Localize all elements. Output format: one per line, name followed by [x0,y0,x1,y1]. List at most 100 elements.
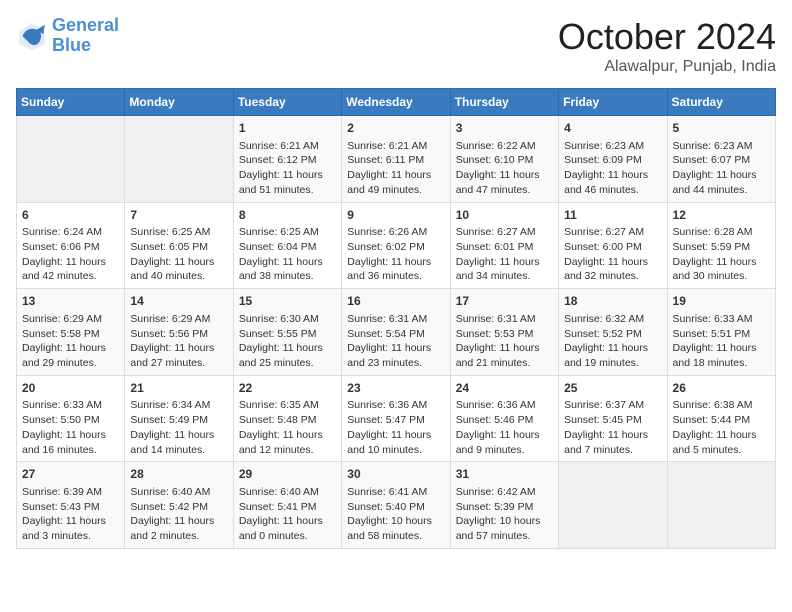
day-number: 16 [347,293,444,310]
day-number: 3 [456,120,553,137]
calendar-cell: 13 Sunrise: 6:29 AM Sunset: 5:58 PM Dayli… [17,289,125,376]
calendar-cell: 9Sunrise: 6:26 AM Sunset: 6:02 PM Daylig… [342,202,450,289]
day-number: 22 [239,380,336,397]
cell-info: Sunrise: 6:24 AM Sunset: 6:06 PM Dayligh… [22,225,119,284]
cell-info: Sunrise: 6:35 AM Sunset: 5:48 PM Dayligh… [239,398,336,457]
day-number: 20 [22,380,119,397]
calendar-cell: 30 Sunrise: 6:41 AM Sunset: 5:40 PM Dayli… [342,462,450,549]
calendar-cell: 31 Sunrise: 6:42 AM Sunset: 5:39 PM Dayli… [450,462,558,549]
calendar-cell: 27 Sunrise: 6:39 AM Sunset: 5:43 PM Dayli… [17,462,125,549]
cell-info: Sunrise: 6:39 AM Sunset: 5:43 PM Dayligh… [22,485,119,544]
cell-info: Sunrise: 6:25 AM Sunset: 6:04 PM Dayligh… [239,225,336,284]
day-number: 15 [239,293,336,310]
cell-info: Sunrise: 6:21 AM Sunset: 6:11 PM Dayligh… [347,139,444,198]
day-number: 13 [22,293,119,310]
calendar-cell: 2 Sunrise: 6:21 AM Sunset: 6:11 PM Daylig… [342,116,450,203]
cell-info: Sunrise: 6:41 AM Sunset: 5:40 PM Dayligh… [347,485,444,544]
calendar-cell: 10Sunrise: 6:27 AM Sunset: 6:01 PM Dayli… [450,202,558,289]
day-header-saturday: Saturday [667,89,775,116]
cell-info: Sunrise: 6:23 AM Sunset: 6:07 PM Dayligh… [673,139,770,198]
cell-info: Sunrise: 6:30 AM Sunset: 5:55 PM Dayligh… [239,312,336,371]
week-row-1: 1 Sunrise: 6:21 AM Sunset: 6:12 PM Daylig… [17,116,776,203]
cell-info: Sunrise: 6:33 AM Sunset: 5:51 PM Dayligh… [673,312,770,371]
day-number: 27 [22,466,119,483]
day-number: 26 [673,380,770,397]
day-number: 1 [239,120,336,137]
calendar-cell: 18 Sunrise: 6:32 AM Sunset: 5:52 PM Dayli… [559,289,667,376]
logo: General Blue [16,16,119,56]
week-row-2: 6Sunrise: 6:24 AM Sunset: 6:06 PM Daylig… [17,202,776,289]
cell-info: Sunrise: 6:38 AM Sunset: 5:44 PM Dayligh… [673,398,770,457]
calendar-cell: 24Sunrise: 6:36 AM Sunset: 5:46 PM Dayli… [450,375,558,462]
day-number: 18 [564,293,661,310]
cell-info: Sunrise: 6:29 AM Sunset: 5:56 PM Dayligh… [130,312,227,371]
calendar-cell: 28 Sunrise: 6:40 AM Sunset: 5:42 PM Dayli… [125,462,233,549]
cell-info: Sunrise: 6:40 AM Sunset: 5:42 PM Dayligh… [130,485,227,544]
logo-icon [16,20,48,52]
day-number: 29 [239,466,336,483]
cell-info: Sunrise: 6:26 AM Sunset: 6:02 PM Dayligh… [347,225,444,284]
day-number: 30 [347,466,444,483]
day-number: 24 [456,380,553,397]
calendar-cell: 25Sunrise: 6:37 AM Sunset: 5:45 PM Dayli… [559,375,667,462]
cell-info: Sunrise: 6:33 AM Sunset: 5:50 PM Dayligh… [22,398,119,457]
day-number: 10 [456,207,553,224]
calendar-cell: 15 Sunrise: 6:30 AM Sunset: 5:55 PM Dayli… [233,289,341,376]
week-row-4: 20Sunrise: 6:33 AM Sunset: 5:50 PM Dayli… [17,375,776,462]
cell-info: Sunrise: 6:29 AM Sunset: 5:58 PM Dayligh… [22,312,119,371]
calendar-cell: 20Sunrise: 6:33 AM Sunset: 5:50 PM Dayli… [17,375,125,462]
day-number: 14 [130,293,227,310]
calendar-cell: 1 Sunrise: 6:21 AM Sunset: 6:12 PM Daylig… [233,116,341,203]
day-number: 12 [673,207,770,224]
day-number: 25 [564,380,661,397]
day-number: 6 [22,207,119,224]
day-number: 2 [347,120,444,137]
cell-info: Sunrise: 6:31 AM Sunset: 5:54 PM Dayligh… [347,312,444,371]
cell-info: Sunrise: 6:23 AM Sunset: 6:09 PM Dayligh… [564,139,661,198]
cell-info: Sunrise: 6:32 AM Sunset: 5:52 PM Dayligh… [564,312,661,371]
calendar-cell: 21Sunrise: 6:34 AM Sunset: 5:49 PM Dayli… [125,375,233,462]
calendar-cell: 14 Sunrise: 6:29 AM Sunset: 5:56 PM Dayli… [125,289,233,376]
calendar: SundayMondayTuesdayWednesdayThursdayFrid… [16,88,776,549]
day-number: 21 [130,380,227,397]
logo-blue: Blue [52,35,91,55]
calendar-cell: 17 Sunrise: 6:31 AM Sunset: 5:53 PM Dayli… [450,289,558,376]
day-header-tuesday: Tuesday [233,89,341,116]
day-number: 28 [130,466,227,483]
cell-info: Sunrise: 6:25 AM Sunset: 6:05 PM Dayligh… [130,225,227,284]
calendar-cell: 26Sunrise: 6:38 AM Sunset: 5:44 PM Dayli… [667,375,775,462]
calendar-cell: 11Sunrise: 6:27 AM Sunset: 6:00 PM Dayli… [559,202,667,289]
cell-info: Sunrise: 6:42 AM Sunset: 5:39 PM Dayligh… [456,485,553,544]
cell-info: Sunrise: 6:28 AM Sunset: 5:59 PM Dayligh… [673,225,770,284]
calendar-cell: 4 Sunrise: 6:23 AM Sunset: 6:09 PM Daylig… [559,116,667,203]
page-header: General Blue October 2024 Alawalpur, Pun… [16,16,776,76]
month-title: October 2024 [558,16,776,58]
logo-text: General Blue [52,16,119,56]
day-header-wednesday: Wednesday [342,89,450,116]
cell-info: Sunrise: 6:40 AM Sunset: 5:41 PM Dayligh… [239,485,336,544]
day-number: 17 [456,293,553,310]
calendar-cell: 19Sunrise: 6:33 AM Sunset: 5:51 PM Dayli… [667,289,775,376]
cell-info: Sunrise: 6:31 AM Sunset: 5:53 PM Dayligh… [456,312,553,371]
day-header-thursday: Thursday [450,89,558,116]
calendar-cell [559,462,667,549]
cell-info: Sunrise: 6:27 AM Sunset: 6:01 PM Dayligh… [456,225,553,284]
cell-info: Sunrise: 6:27 AM Sunset: 6:00 PM Dayligh… [564,225,661,284]
day-header-sunday: Sunday [17,89,125,116]
calendar-cell: 22Sunrise: 6:35 AM Sunset: 5:48 PM Dayli… [233,375,341,462]
calendar-cell: 5 Sunrise: 6:23 AM Sunset: 6:07 PM Daylig… [667,116,775,203]
day-number: 7 [130,207,227,224]
cell-info: Sunrise: 6:34 AM Sunset: 5:49 PM Dayligh… [130,398,227,457]
day-number: 23 [347,380,444,397]
calendar-cell [125,116,233,203]
cell-info: Sunrise: 6:37 AM Sunset: 5:45 PM Dayligh… [564,398,661,457]
day-header-monday: Monday [125,89,233,116]
cell-info: Sunrise: 6:21 AM Sunset: 6:12 PM Dayligh… [239,139,336,198]
day-number: 9 [347,207,444,224]
day-number: 31 [456,466,553,483]
day-number: 5 [673,120,770,137]
day-number: 4 [564,120,661,137]
calendar-cell: 29 Sunrise: 6:40 AM Sunset: 5:41 PM Dayli… [233,462,341,549]
calendar-cell: 23Sunrise: 6:36 AM Sunset: 5:47 PM Dayli… [342,375,450,462]
week-row-3: 13 Sunrise: 6:29 AM Sunset: 5:58 PM Dayli… [17,289,776,376]
